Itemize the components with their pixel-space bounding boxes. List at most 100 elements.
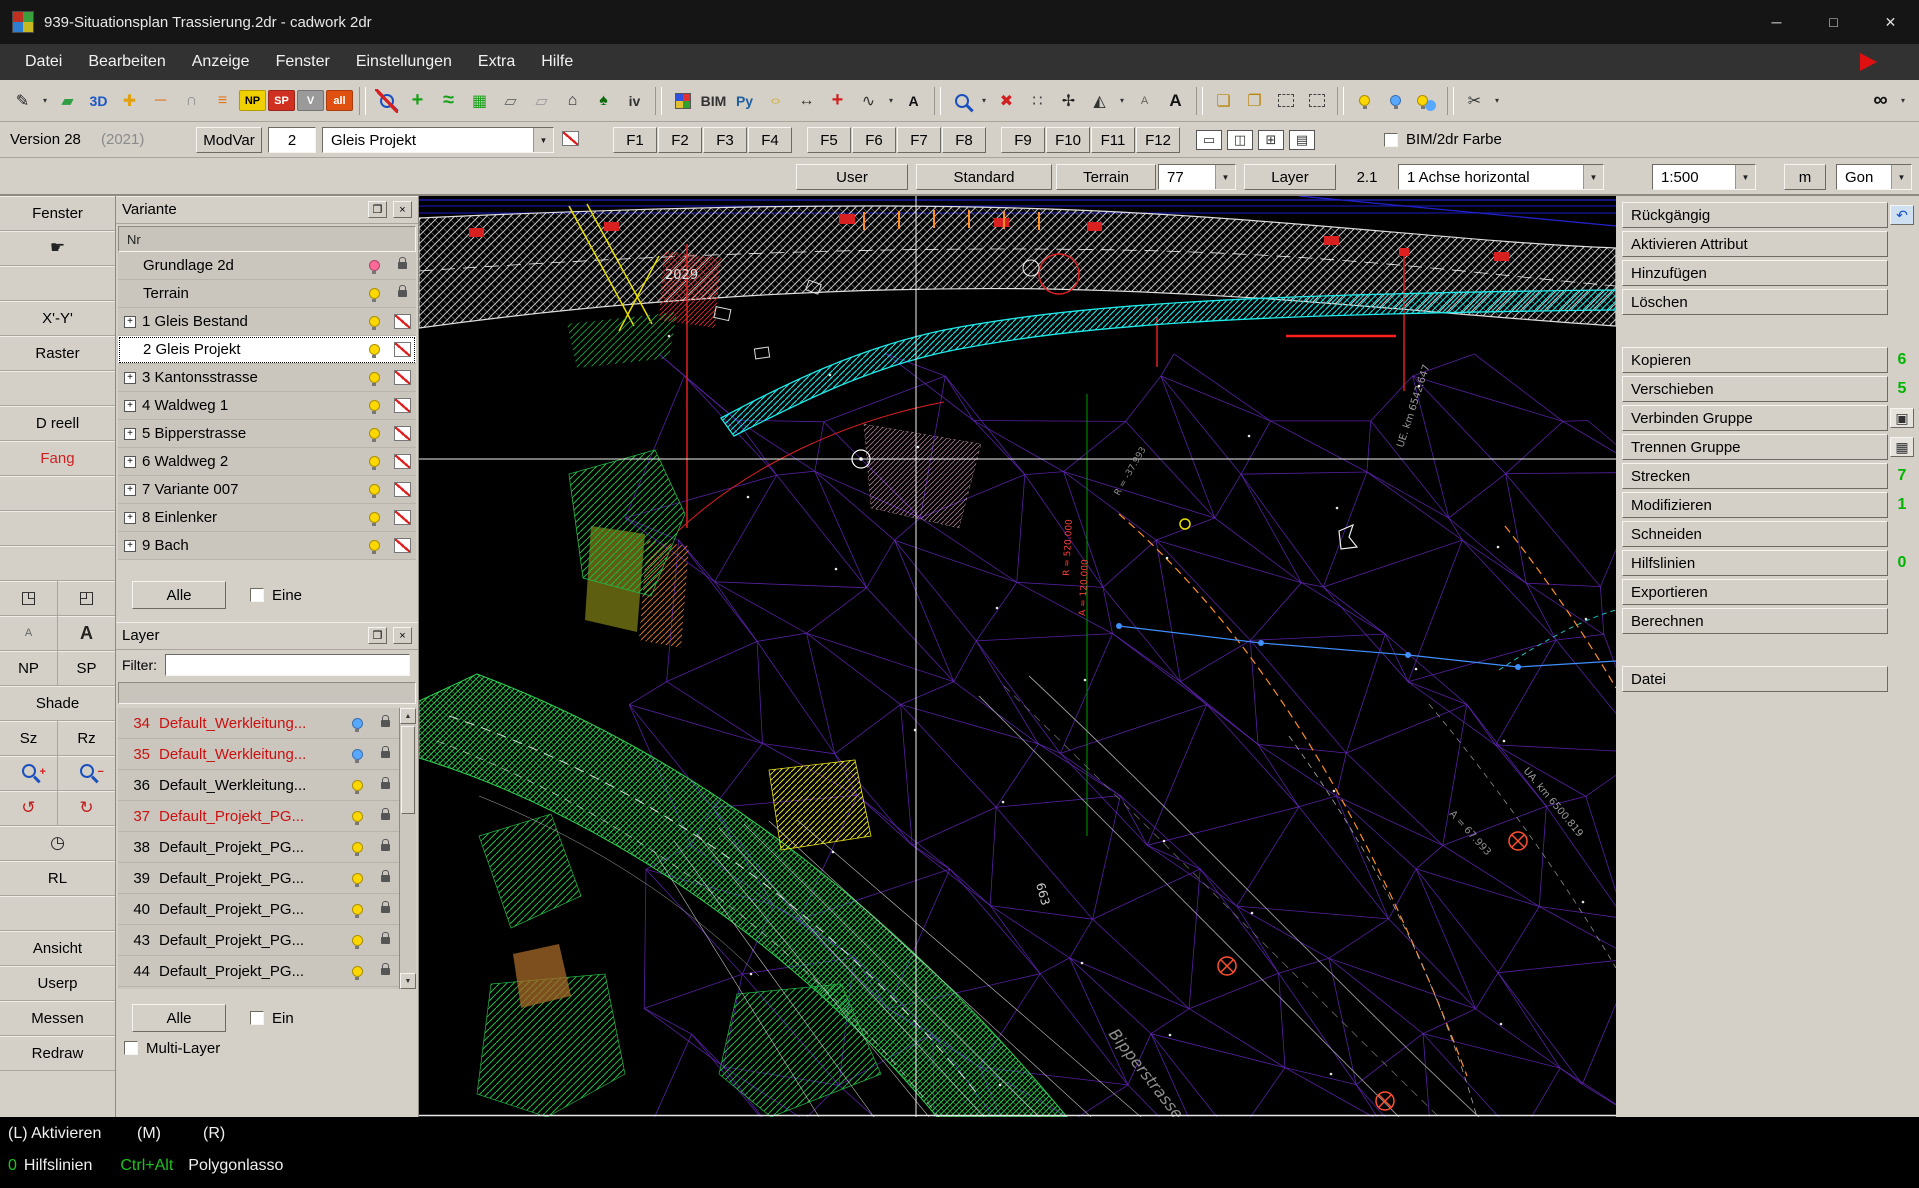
expand-icon[interactable]: + [124,316,136,328]
layer-scrollbar[interactable]: ▲ ▼ [399,708,416,989]
zoom-in-icon[interactable]: + [0,756,57,790]
visibility-bulb-icon[interactable] [369,428,380,439]
pen-tool-dropdown[interactable]: ▾ [39,86,51,116]
fkey-f1[interactable]: F1 [613,127,657,153]
add-point-icon[interactable]: + [823,86,852,116]
fkey-f2[interactable]: F2 [658,127,702,153]
rotate-ccw-icon[interactable]: ↺ [0,791,57,825]
visibility-bulb-icon[interactable] [369,372,380,383]
sp-badge-icon[interactable]: SP [268,90,295,111]
lock-cell[interactable] [371,844,399,851]
layer-alle-button[interactable]: Alle [132,1004,226,1032]
point-settings-icon[interactable]: ∷ [1023,86,1052,116]
bulb-blue-icon[interactable] [1381,86,1410,116]
fkey-f11[interactable]: F11 [1091,127,1135,153]
visibility-cell[interactable] [360,344,388,355]
visibility-bulb-icon[interactable] [369,260,380,271]
hinzufuegen-button[interactable]: Hinzufügen [1622,260,1888,286]
visibility-bulb-icon[interactable] [352,718,363,729]
plane-icon[interactable]: ▱ [496,86,525,116]
rz-button[interactable]: Rz [57,721,115,755]
bulb-multi-icon[interactable] [1412,86,1441,116]
state-cell[interactable] [388,262,416,269]
python-icon[interactable]: Py [730,86,759,116]
drawing-canvas[interactable]: 2029663BipperstrasseUE. km 6542.647UA. k… [419,196,1616,1117]
visibility-cell[interactable] [360,428,388,439]
chevron-down-icon[interactable]: ▼ [533,128,553,152]
visibility-cell[interactable] [343,935,371,946]
visibility-bulb-icon[interactable] [369,484,380,495]
text-icon[interactable]: A [899,86,928,116]
expand-icon[interactable]: + [124,512,136,524]
variant-row-einlenker[interactable]: +8 Einlenker [118,504,416,532]
visibility-bulb-icon[interactable] [352,873,363,884]
lock-cell[interactable] [371,906,399,913]
exportieren-button[interactable]: Exportieren [1622,579,1888,605]
crosshair-icon[interactable]: ✚ [115,86,144,116]
select-color-icon[interactable]: ▰ [53,86,82,116]
visibility-bulb-icon[interactable] [369,344,380,355]
binoculars-icon[interactable]: ∞ [1866,86,1895,116]
maximize-button[interactable]: □ [1805,0,1862,44]
scroll-up-icon[interactable]: ▲ [400,708,416,724]
ein-checkbox[interactable] [250,1011,264,1025]
layout-vsplit-icon[interactable]: ◫ [1227,130,1253,150]
sz-button[interactable]: Sz [0,721,57,755]
menu-item-fenster[interactable]: Fenster [263,44,343,80]
layer-row-40[interactable]: 40Default_Projekt_PG... [118,894,399,925]
hatch-icon[interactable]: ≡ [208,86,237,116]
fkey-f4[interactable]: F4 [748,127,792,153]
3d-mode-icon[interactable]: 3D [84,86,113,116]
group-join-icon[interactable]: ▣ [1890,408,1914,428]
variante-alle-button[interactable]: Alle [132,581,226,609]
kopieren-button[interactable]: Kopieren [1622,347,1888,373]
strecken-button[interactable]: Strecken [1622,463,1888,489]
variant-row-gleis-bestand[interactable]: +1 Gleis Bestand [118,308,416,336]
menu-item-extra[interactable]: Extra [465,44,528,80]
visibility-bulb-icon[interactable] [369,456,380,467]
minimize-button[interactable]: ─ [1748,0,1805,44]
text-orient-large-icon[interactable]: A [57,616,115,650]
layer-row-36[interactable]: 36Default_Werkleitung... [118,770,399,801]
visibility-cell[interactable] [343,873,371,884]
undo-icon[interactable]: ↶ [1890,205,1914,225]
all-badge-icon[interactable]: all [326,90,353,111]
aktivieren-attribut-button[interactable]: Aktivieren Attribut [1622,231,1888,257]
iv-icon[interactable]: iv [620,86,649,116]
schneiden-button[interactable]: Schneiden [1622,521,1888,547]
visibility-bulb-icon[interactable] [369,316,380,327]
visibility-cell[interactable] [360,288,388,299]
angle-unit-combo[interactable]: Gon ▼ [1836,164,1912,190]
variant-row-bach[interactable]: +9 Bach [118,532,416,560]
state-cell[interactable] [388,314,416,329]
np-badge-icon[interactable]: NP [239,90,266,111]
visibility-bulb-icon[interactable] [352,935,363,946]
scissors-dropdown[interactable]: ▾ [1491,86,1503,116]
menu-item-bearbeiten[interactable]: Bearbeiten [75,44,178,80]
variant-row-bipperstrasse[interactable]: +5 Bipperstrasse [118,420,416,448]
float-icon[interactable]: ❐ [368,201,387,218]
zoom-out-icon[interactable]: − [57,756,115,790]
visibility-cell[interactable] [360,400,388,411]
fkey-f5[interactable]: F5 [807,127,851,153]
chevron-down-icon[interactable]: ▼ [1891,165,1911,189]
unit-button[interactable]: m [1784,164,1826,190]
state-cell[interactable] [388,510,416,525]
variant-row-gleis-projekt[interactable]: 2 Gleis Projekt [118,336,416,364]
zoom-dropdown[interactable]: ▾ [978,86,990,116]
text-small-icon[interactable]: A [1130,86,1159,116]
terrain-combo[interactable]: 77 ▼ [1158,164,1236,190]
rotate-cw-icon[interactable]: ↻ [57,791,115,825]
visibility-cell[interactable] [343,966,371,977]
modifizieren-button[interactable]: Modifizieren [1622,492,1888,518]
stretch-frame-icon[interactable] [1271,86,1300,116]
redraw-button[interactable]: Redraw [0,1036,115,1071]
visibility-cell[interactable] [360,372,388,383]
visibility-cell[interactable] [343,749,371,760]
menu-item-einstellungen[interactable]: Einstellungen [343,44,465,80]
stretch-frame-2-icon[interactable] [1302,86,1331,116]
expand-icon[interactable]: + [124,428,136,440]
fkey-f3[interactable]: F3 [703,127,747,153]
chevron-down-icon[interactable]: ▼ [1215,165,1235,189]
close-icon[interactable]: × [393,627,412,644]
